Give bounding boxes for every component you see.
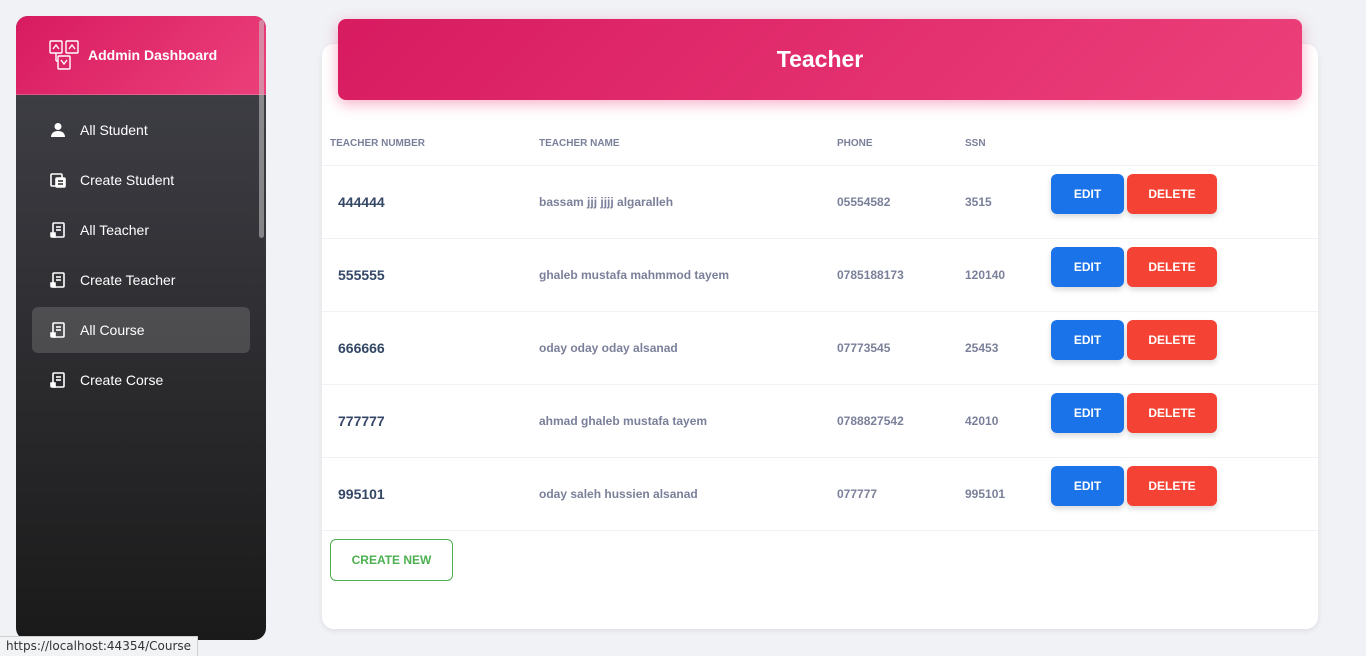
teacher-ssn: 120140 xyxy=(965,268,1006,282)
sidebar-item-label: All Course xyxy=(80,322,145,338)
sidebar-item-label: Create Student xyxy=(80,172,175,188)
table-header-row: TEACHER NUMBER TEACHER NAME PHONE SSN xyxy=(322,122,1318,166)
delete-button[interactable]: DELETE xyxy=(1127,247,1217,287)
table-row: 555555 ghaleb mustafa mahmmod tayem 0785… xyxy=(322,239,1318,312)
dashboard-logo-icon xyxy=(48,39,80,71)
teacher-name: ghaleb mustafa mahmmod tayem xyxy=(539,268,730,282)
teacher-name: oday saleh hussien alsanad xyxy=(539,487,698,501)
teacher-phone: 07773545 xyxy=(837,341,891,355)
teacher-phone: 0785188173 xyxy=(837,268,904,282)
teacher-ssn: 995101 xyxy=(965,487,1006,501)
table-row: 666666 oday oday oday alsanad 07773545 2… xyxy=(322,312,1318,385)
column-header-ssn: SSN xyxy=(965,138,986,149)
sidebar-item-label: All Teacher xyxy=(80,222,150,238)
sidebar-item-all-student[interactable]: All Student xyxy=(32,107,250,153)
edit-button[interactable]: EDIT xyxy=(1051,247,1124,287)
teacher-number: 777777 xyxy=(338,413,385,429)
sidebar-item-all-teacher[interactable]: All Teacher xyxy=(32,207,250,253)
sidebar-scrollbar[interactable] xyxy=(259,20,264,238)
teacher-name: ahmad ghaleb mustafa tayem xyxy=(539,414,708,428)
receipt-icon xyxy=(49,271,67,289)
teacher-number: 995101 xyxy=(338,486,385,502)
receipt-icon xyxy=(49,321,67,339)
table-row: 777777 ahmad ghaleb mustafa tayem 078882… xyxy=(322,385,1318,458)
teacher-phone: 0788827542 xyxy=(837,414,904,428)
teacher-number: 555555 xyxy=(338,267,385,283)
sidebar-item-label: Create Teacher xyxy=(80,272,176,288)
edit-button[interactable]: EDIT xyxy=(1051,466,1124,506)
delete-button[interactable]: DELETE xyxy=(1127,393,1217,433)
teacher-ssn: 42010 xyxy=(965,414,999,428)
sidebar-item-all-course[interactable]: All Course xyxy=(32,307,250,353)
teacher-name: bassam jjj jjjj algaralleh xyxy=(539,195,674,209)
delete-button[interactable]: DELETE xyxy=(1127,320,1217,360)
sidebar: Addmin Dashboard All Student Create Stud… xyxy=(16,16,266,640)
brand-title: Addmin Dashboard xyxy=(88,47,218,63)
sidebar-brand[interactable]: Addmin Dashboard xyxy=(16,16,266,95)
person-icon xyxy=(49,121,67,139)
delete-button[interactable]: DELETE xyxy=(1127,466,1217,506)
teacher-number: 666666 xyxy=(338,340,385,356)
receipt-icon xyxy=(49,371,67,389)
page-title: Teacher xyxy=(338,19,1302,100)
status-bar-url: https://localhost:44354/Course xyxy=(0,636,199,656)
teacher-number: 444444 xyxy=(338,194,385,210)
sidebar-item-label: All Student xyxy=(80,122,148,138)
table-row: 995101 oday saleh hussien alsanad 077777… xyxy=(322,458,1318,531)
column-header-teacher-name: TEACHER NAME xyxy=(539,138,620,149)
column-header-teacher-number: TEACHER NUMBER xyxy=(330,138,425,149)
teacher-ssn: 3515 xyxy=(965,195,992,209)
sidebar-item-create-teacher[interactable]: Create Teacher xyxy=(32,257,250,303)
teacher-table: TEACHER NUMBER TEACHER NAME PHONE SSN 44… xyxy=(322,122,1318,531)
edit-button[interactable]: EDIT xyxy=(1051,320,1124,360)
edit-button[interactable]: EDIT xyxy=(1051,174,1124,214)
sidebar-item-create-corse[interactable]: Create Corse xyxy=(32,357,250,403)
teacher-phone: 077777 xyxy=(837,487,878,501)
column-header-phone: PHONE xyxy=(837,138,873,149)
form-icon xyxy=(49,171,67,189)
edit-button[interactable]: EDIT xyxy=(1051,393,1124,433)
teacher-ssn: 25453 xyxy=(965,341,999,355)
receipt-icon xyxy=(49,221,67,239)
teacher-name: oday oday oday alsanad xyxy=(539,341,678,355)
table-row: 444444 bassam jjj jjjj algaralleh 055545… xyxy=(322,166,1318,239)
sidebar-item-create-student[interactable]: Create Student xyxy=(32,157,250,203)
create-new-button[interactable]: CREATE NEW xyxy=(330,539,453,581)
sidebar-nav: All Student Create Student All Teacher C… xyxy=(16,95,266,403)
sidebar-item-label: Create Corse xyxy=(80,372,164,388)
delete-button[interactable]: DELETE xyxy=(1127,174,1217,214)
teacher-phone: 05554582 xyxy=(837,195,891,209)
